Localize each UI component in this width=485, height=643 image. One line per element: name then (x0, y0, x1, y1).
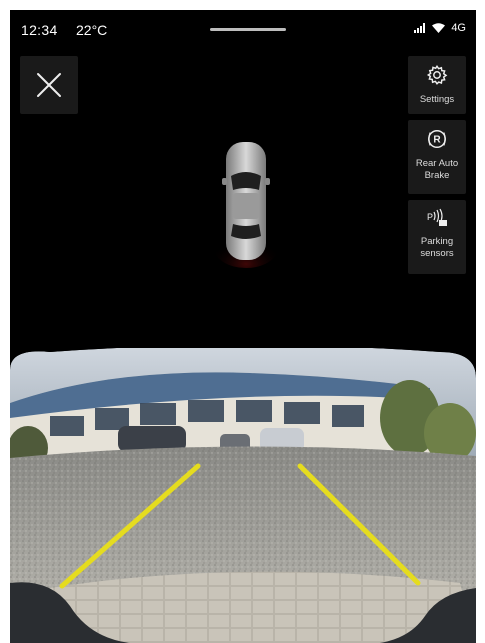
settings-label: Settings (419, 94, 455, 105)
rear-camera-view (10, 345, 476, 643)
rear-auto-brake-label: Rear Auto Brake (415, 158, 459, 181)
vehicle-top-view (214, 138, 278, 268)
car-top-icon (214, 142, 278, 268)
svg-text:P: P (427, 212, 433, 222)
parking-camera-screen: 12:34 22°C 4G Settings R Rear Auto Brake… (10, 10, 476, 643)
settings-button[interactable]: Settings (408, 56, 466, 114)
wifi-icon (432, 23, 446, 33)
outside-temperature: 22°C (76, 22, 108, 38)
signal-icon (414, 23, 426, 33)
r-circle-icon: R (428, 130, 446, 148)
parking-sensors-icon: P (427, 208, 447, 226)
parking-sensors-button[interactable]: P Parking sensors (408, 200, 466, 274)
gear-icon (426, 64, 448, 85)
status-icons: 4G (414, 22, 466, 34)
network-type: 4G (451, 22, 466, 34)
camera-feed-image (10, 345, 476, 643)
status-bar: 12:34 22°C 4G (10, 10, 476, 46)
rear-auto-brake-button[interactable]: R Rear Auto Brake (408, 120, 466, 194)
close-icon (37, 73, 61, 97)
parking-sensors-label: Parking sensors (420, 236, 454, 259)
svg-text:R: R (433, 135, 441, 146)
close-button[interactable] (20, 56, 78, 114)
pull-down-handle[interactable] (210, 28, 286, 31)
clock: 12:34 (21, 22, 58, 38)
